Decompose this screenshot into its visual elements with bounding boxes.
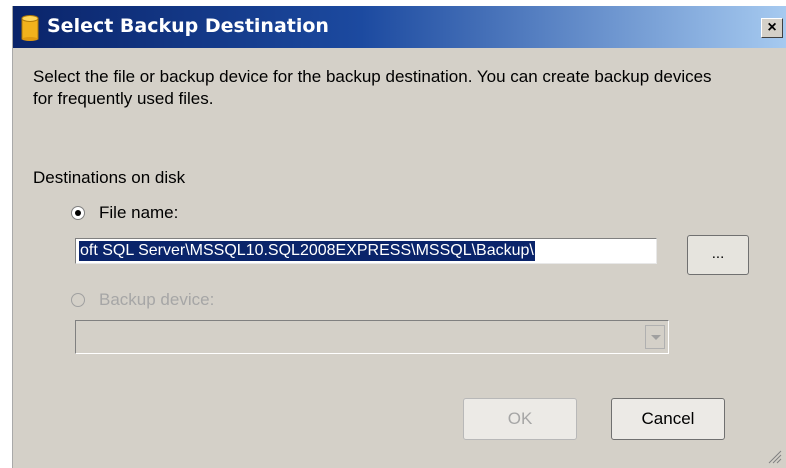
close-icon: × bbox=[767, 19, 777, 36]
file-path-value: oft SQL Server\MSSQL10.SQL2008EXPRESS\MS… bbox=[79, 241, 535, 261]
file-name-radio[interactable] bbox=[71, 206, 85, 220]
cancel-button[interactable]: Cancel bbox=[611, 398, 725, 440]
close-button[interactable]: × bbox=[761, 18, 783, 38]
dialog-title: Select Backup Destination bbox=[47, 15, 329, 37]
select-backup-destination-dialog: Select Backup Destination × Select the f… bbox=[12, 6, 786, 468]
file-name-radio-label[interactable]: File name: bbox=[99, 203, 178, 223]
database-icon bbox=[21, 15, 39, 41]
title-bar[interactable]: Select Backup Destination × bbox=[13, 6, 786, 48]
file-name-radio-row[interactable]: File name: bbox=[71, 202, 178, 224]
backup-device-radio-label[interactable]: Backup device: bbox=[99, 290, 214, 310]
chevron-down-icon[interactable] bbox=[645, 325, 665, 349]
destinations-group-label: Destinations on disk bbox=[33, 168, 186, 187]
file-path-input[interactable]: oft SQL Server\MSSQL10.SQL2008EXPRESS\MS… bbox=[75, 238, 657, 264]
backup-device-select[interactable] bbox=[75, 320, 669, 354]
ok-button[interactable]: OK bbox=[463, 398, 577, 440]
backup-device-radio[interactable] bbox=[71, 293, 85, 307]
resize-grip-icon[interactable] bbox=[766, 448, 782, 464]
dialog-description: Select the file or backup device for the… bbox=[33, 67, 712, 108]
browse-button[interactable]: ... bbox=[687, 235, 749, 275]
backup-device-radio-row[interactable]: Backup device: bbox=[71, 289, 214, 311]
